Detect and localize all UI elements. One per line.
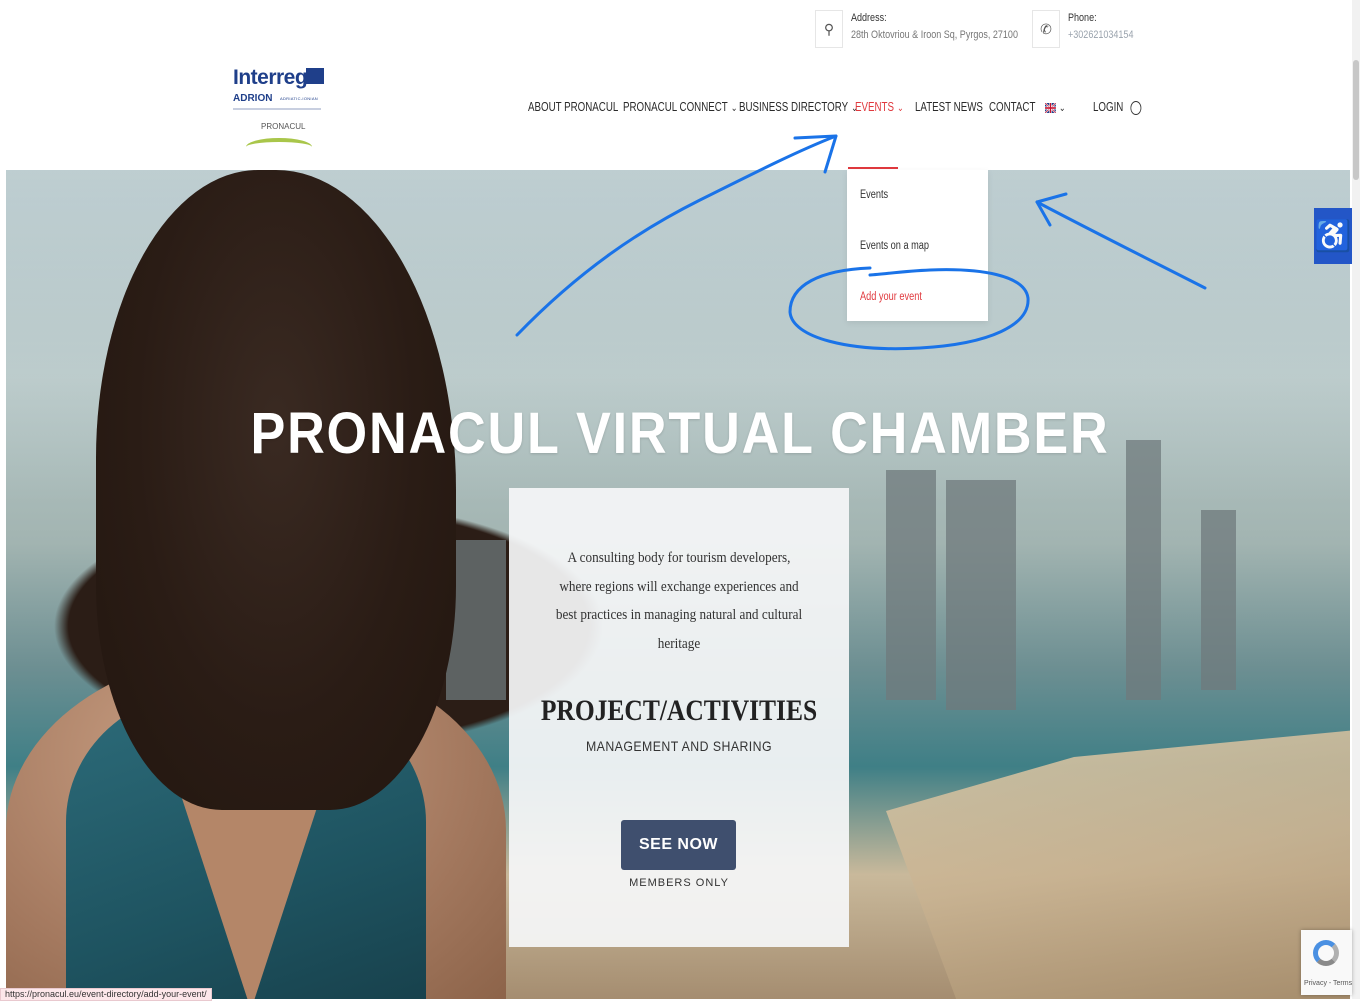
recaptcha-badge[interactable]: Privacy - Terms [1301,930,1352,995]
nav-contact[interactable]: CONTACT [989,100,1035,114]
address-text: Address: 28th Oktovriou & Iroon Sq, Pyrg… [851,10,1018,44]
nav-label: ABOUT PRONACUL [528,100,619,114]
nav-about-pronacul[interactable]: ABOUT PRONACUL [528,100,618,114]
nav-events[interactable]: EVENTS ⌄ [855,100,904,114]
accessibility-button[interactable]: ♿ [1314,208,1352,264]
uk-flag-icon [1044,101,1057,114]
chevron-down-icon: ⌄ [897,103,904,114]
language-switcher[interactable]: ⌄ [1044,100,1066,114]
background-building [946,480,1016,710]
nav-pronacul-connect[interactable]: PRONACUL CONNECT ⌄ [623,100,737,114]
user-circle-icon [1130,100,1142,115]
background-building [886,470,936,700]
logo-arc-graphic [246,138,312,156]
chevron-down-icon: ⌄ [1059,103,1066,114]
address-value: 28th Oktovriou & Iroon Sq, Pyrgos, 27100 [851,29,1018,41]
events-active-indicator [848,167,898,169]
login-label: LOGIN [1093,100,1124,114]
nav-label: EVENTS [855,100,895,114]
address-label: Address: [851,12,887,24]
hero-card-heading: PROJECT/ACTIVITIES [540,694,818,727]
status-bar-url: https://pronacul.eu/event-directory/add-… [0,988,212,1001]
hero-title: PRONACUL VIRTUAL CHAMBER [250,401,1110,466]
background-building [1126,440,1161,700]
eu-flag-icon [306,68,324,84]
nav-label: PRONACUL CONNECT [623,100,728,114]
nav-label: CONTACT [989,100,1036,114]
recaptcha-icon [1313,940,1339,966]
logo-fine-print [233,108,321,110]
address-block: ⚲ Address: 28th Oktovriou & Iroon Sq, Py… [815,10,1055,48]
dropdown-item-add-your-event[interactable]: Add your event [860,291,922,303]
nav-label: BUSINESS DIRECTORY [739,100,849,114]
site-header: ⚲ Address: 28th Oktovriou & Iroon Sq, Py… [0,0,1360,170]
nav-latest-news[interactable]: LATEST NEWS [915,100,983,114]
nav-login[interactable]: LOGIN [1093,100,1142,115]
members-only-note: MEMBERS ONLY [629,877,729,889]
background-building [1201,510,1236,690]
dropdown-item-events-on-a-map[interactable]: Events on a map [860,240,929,252]
events-dropdown-menu: Events Events on a map Add your event [847,170,988,321]
nav-label: LATEST NEWS [915,100,983,114]
nav-business-directory[interactable]: BUSINESS DIRECTORY ⌄ [739,100,858,114]
wheelchair-icon: ♿ [1314,219,1352,253]
chevron-down-icon: ⌄ [730,103,738,114]
see-now-button[interactable]: SEE NOW [621,820,736,870]
phone-icon: ✆ [1032,10,1060,48]
phone-value[interactable]: +302621034154 [1068,27,1133,44]
dropdown-item-events[interactable]: Events [860,189,888,201]
site-logo[interactable]: Interreg ADRION ADRIATIC-IONIAN PRONACUL [228,66,328,156]
hero-person-hair [96,170,456,810]
logo-brand: Interreg [233,66,308,89]
location-pin-icon: ⚲ [815,10,843,48]
hero-coastline [886,730,1350,999]
hero-card-subheading: MANAGEMENT AND SHARING [585,738,773,754]
logo-program-sub: ADRIATIC-IONIAN [280,96,318,101]
scrollbar-thumb[interactable] [1353,60,1359,180]
phone-label: Phone: [1068,12,1097,24]
hero-card: A consulting body for tourism developers… [509,488,849,947]
phone-text: Phone: +302621034154 [1068,10,1133,44]
hero-card-description: A consulting body for tourism developers… [555,550,803,652]
recaptcha-links[interactable]: Privacy - Terms [1304,980,1352,987]
page-scrollbar[interactable] [1352,0,1360,999]
logo-project: PRONACUL [261,122,306,131]
phone-block: ✆ Phone: +302621034154 [1032,10,1148,48]
logo-program: ADRION [233,93,273,104]
